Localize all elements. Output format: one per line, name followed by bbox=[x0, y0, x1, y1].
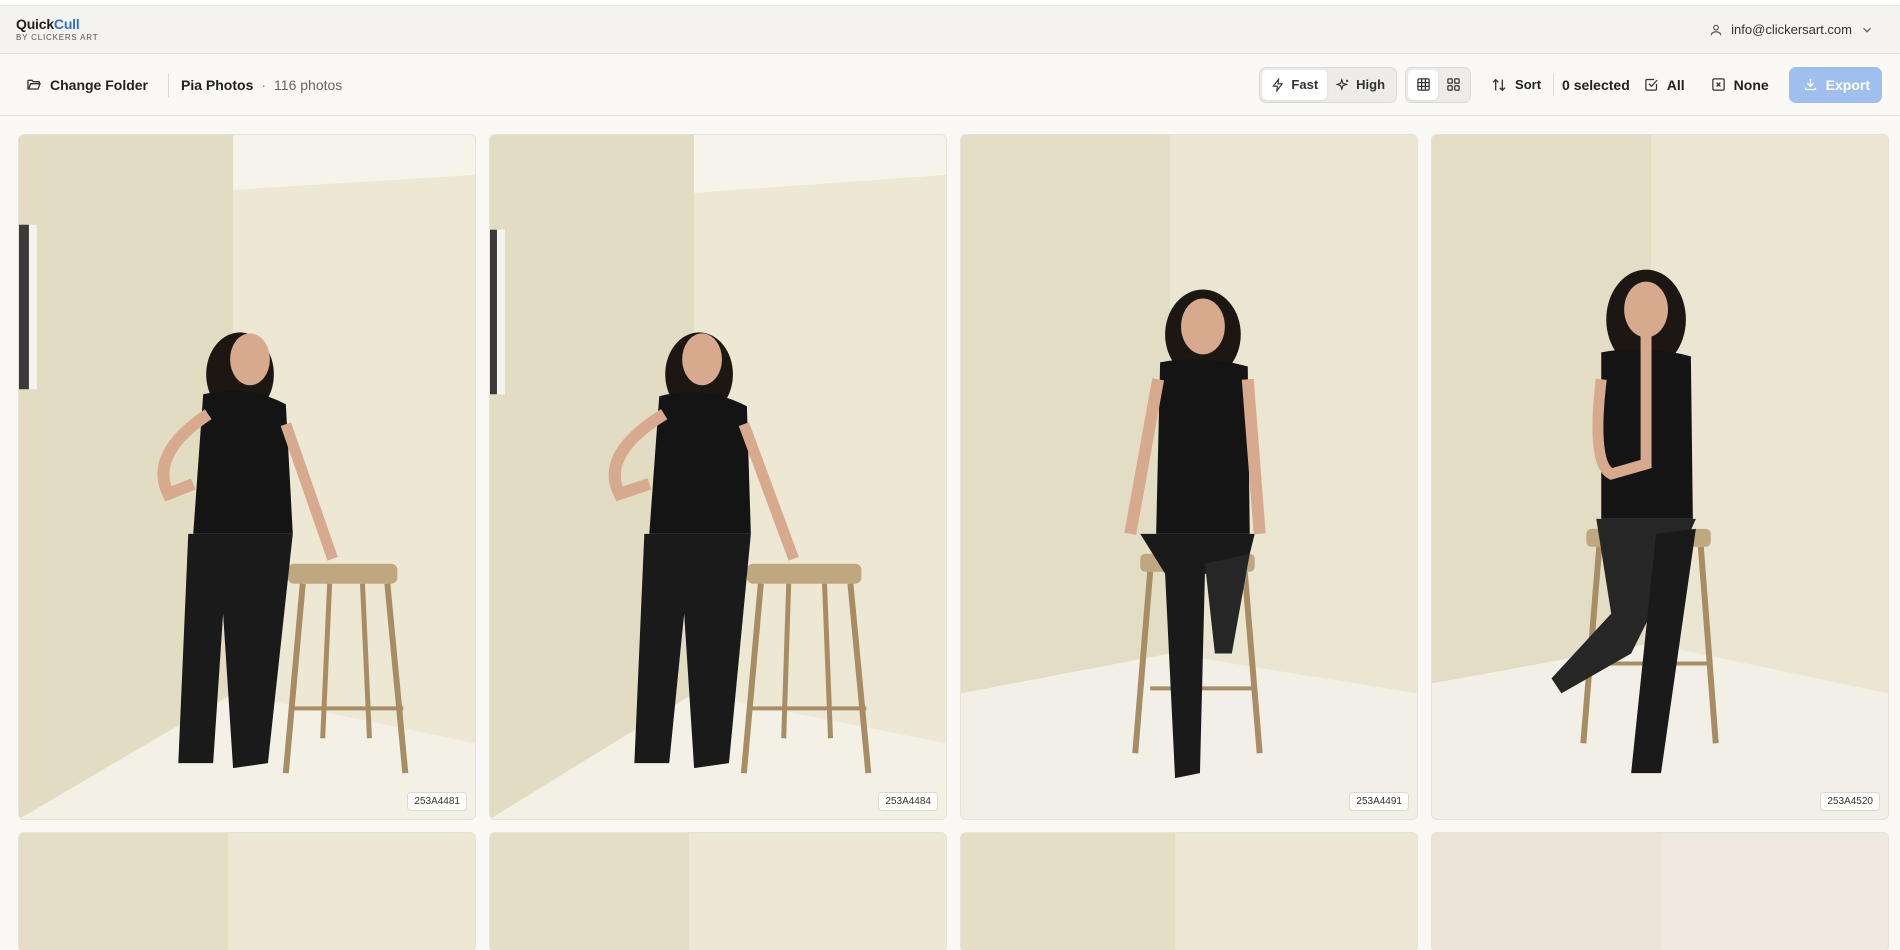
quality-toggle: Fast High bbox=[1259, 66, 1398, 103]
toolbar: Change Folder Pia Photos · 116 photos Fa… bbox=[0, 54, 1900, 116]
brand-name: QuickCull bbox=[16, 17, 98, 31]
select-none-label: None bbox=[1733, 76, 1769, 93]
separator-dot: · bbox=[261, 76, 267, 93]
grid-size-toggle bbox=[1405, 66, 1472, 103]
selected-count: 0 selected bbox=[1562, 76, 1630, 93]
select-none-button[interactable]: None bbox=[1711, 77, 1769, 93]
photo-card[interactable]: 253A4481 bbox=[18, 134, 476, 820]
photo-thumbnail bbox=[1432, 135, 1888, 819]
photo-card[interactable] bbox=[18, 832, 476, 950]
lightning-icon bbox=[1272, 77, 1284, 92]
download-icon bbox=[1804, 78, 1816, 91]
grid-3x3-icon bbox=[1416, 78, 1430, 91]
sort-button[interactable]: Sort bbox=[1491, 77, 1541, 93]
photo-count: 116 photos bbox=[274, 76, 343, 93]
divider bbox=[1553, 73, 1555, 96]
account-menu[interactable]: info@clickersart.com bbox=[1709, 22, 1874, 37]
photo-filename: 253A4484 bbox=[878, 792, 938, 811]
user-icon bbox=[1710, 24, 1722, 35]
photo-card[interactable] bbox=[489, 832, 947, 950]
photo-thumbnail bbox=[1432, 833, 1888, 950]
grid-large-button[interactable] bbox=[1438, 70, 1468, 100]
select-all-label: All bbox=[1666, 76, 1685, 93]
photo-card[interactable] bbox=[1431, 832, 1889, 950]
grid-small-button[interactable] bbox=[1408, 69, 1439, 100]
app-header: QuickCull BY CLICKERS ART info@clickersa… bbox=[0, 6, 1900, 54]
photo-filename: 253A4481 bbox=[407, 792, 467, 811]
brand-name-part1: Quick bbox=[16, 16, 54, 32]
photo-card[interactable] bbox=[960, 832, 1418, 950]
quality-fast-button[interactable]: Fast bbox=[1262, 69, 1328, 100]
chevron-down-icon bbox=[1863, 27, 1871, 33]
photo-card[interactable]: 253A4484 bbox=[489, 134, 947, 820]
export-label: Export bbox=[1825, 76, 1870, 93]
account-email: info@clickersart.com bbox=[1731, 22, 1852, 37]
sort-arrows-icon bbox=[1492, 78, 1506, 91]
grid-2x2-icon bbox=[1446, 78, 1460, 91]
photo-filename: 253A4520 bbox=[1820, 792, 1880, 811]
sort-label: Sort bbox=[1515, 77, 1542, 92]
export-button[interactable]: Export bbox=[1788, 66, 1882, 103]
brand-subtitle: BY CLICKERS ART bbox=[16, 33, 99, 42]
checkbox-checked-icon bbox=[1645, 78, 1658, 91]
photo-thumbnail bbox=[490, 135, 946, 819]
photo-card[interactable]: 253A4520 bbox=[1431, 134, 1889, 820]
folder-open-icon bbox=[27, 79, 41, 90]
photo-thumbnail bbox=[19, 135, 475, 819]
quality-high-button[interactable]: High bbox=[1327, 70, 1394, 100]
checkbox-x-icon bbox=[1711, 78, 1725, 91]
folder-name: Pia Photos bbox=[181, 76, 254, 93]
photo-filename: 253A4491 bbox=[1349, 792, 1409, 811]
photo-card[interactable]: 253A4491 bbox=[960, 134, 1418, 820]
change-folder-label: Change Folder bbox=[50, 76, 149, 93]
photo-thumbnail bbox=[961, 135, 1417, 819]
photo-thumbnail bbox=[490, 833, 946, 950]
select-all-button[interactable]: All bbox=[1644, 77, 1685, 93]
photo-thumbnail bbox=[961, 833, 1417, 950]
sparkles-icon bbox=[1336, 77, 1349, 91]
quality-high-label: High bbox=[1356, 77, 1386, 92]
photo-thumbnail bbox=[19, 833, 475, 950]
brand-logo[interactable]: QuickCull BY CLICKERS ART bbox=[16, 17, 98, 42]
brand-name-part2: Cull bbox=[53, 16, 80, 32]
photo-grid: 253A4481 253A4484 253A4491 253A4520 bbox=[0, 116, 1900, 950]
divider bbox=[168, 72, 170, 97]
quality-fast-label: Fast bbox=[1291, 77, 1319, 92]
change-folder-button[interactable]: Change Folder bbox=[26, 77, 148, 93]
